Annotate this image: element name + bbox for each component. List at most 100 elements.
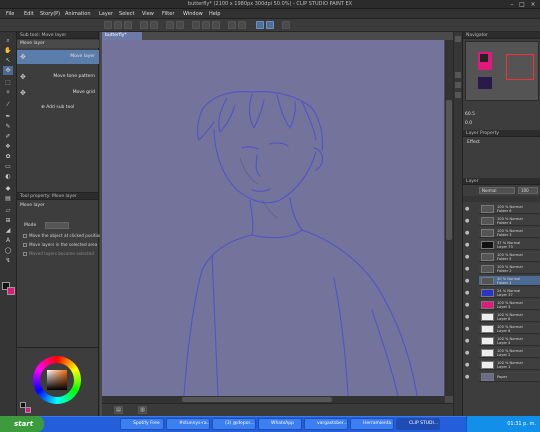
layer-row[interactable]: ● 100 % Normal Folder 6 [465, 204, 540, 214]
menu-animation[interactable]: Animation [65, 11, 91, 17]
menu-window[interactable]: Window [183, 11, 203, 17]
layer-row[interactable]: ● 100 % Normal Layer 2 [465, 348, 540, 358]
settings-icon[interactable] [282, 21, 290, 29]
taskbar-item-twitter[interactable]: (3) @depor... [212, 418, 256, 430]
layer-row[interactable]: ● 100 % Normal Layer 8 [465, 312, 540, 322]
layer-row[interactable]: ● 100 % Normal Folder 5 [465, 252, 540, 262]
layer-row[interactable]: ● 100 % Normal Folder 2 [465, 264, 540, 274]
taskbar-item-spotify[interactable]: Spotify Free [120, 418, 164, 430]
navigator-zoom-value[interactable]: 60.5 [465, 112, 475, 117]
menu-file[interactable]: File [6, 11, 14, 17]
subtool-move-grid[interactable]: ✥ Move grid [17, 86, 99, 100]
figure-tool-icon[interactable]: ▱ [3, 206, 13, 215]
menu-help[interactable]: Help [209, 11, 220, 17]
zoom-tool-icon[interactable]: ⌕ [3, 36, 13, 45]
horizontal-scroll-thumb[interactable] [182, 397, 332, 402]
visibility-eye-icon[interactable]: ● [465, 374, 471, 380]
navigator-preview[interactable] [465, 41, 539, 101]
minimize-icon[interactable]: – [507, 1, 517, 8]
panel-icon-2[interactable] [455, 82, 461, 88]
pressure-icon[interactable] [266, 21, 274, 29]
frame-tool-icon[interactable]: ⊞ [3, 216, 13, 225]
visibility-eye-icon[interactable]: ● [465, 230, 471, 236]
maximize-icon[interactable]: □ [517, 1, 527, 8]
subtool-move-tone-pattern[interactable]: ✥ Move tone pattern [17, 70, 99, 84]
clock[interactable]: 01:31 p. m. [507, 421, 536, 427]
canvas[interactable] [102, 40, 444, 396]
brush-tool-icon[interactable]: ✐ [3, 132, 13, 141]
snap-icon[interactable] [192, 21, 200, 29]
new-icon[interactable] [104, 21, 112, 29]
visibility-eye-icon[interactable]: ● [465, 266, 471, 272]
menu-view[interactable]: View [142, 11, 154, 17]
transform-icon[interactable] [176, 21, 184, 29]
menu-edit[interactable]: Edit [24, 11, 34, 17]
airbrush-tool-icon[interactable]: ❖ [3, 142, 13, 151]
visibility-eye-icon[interactable]: ● [465, 218, 471, 224]
visibility-eye-icon[interactable]: ● [465, 326, 471, 332]
eyedropper-tool-icon[interactable]: ⁄ [3, 100, 13, 109]
visibility-eye-icon[interactable]: ● [465, 302, 471, 308]
spread-view-icon[interactable]: ▥ [138, 406, 147, 414]
visibility-eye-icon[interactable]: ● [465, 314, 471, 320]
visibility-eye-icon[interactable]: ● [465, 290, 471, 296]
page-list-icon[interactable]: ▤ [114, 406, 123, 414]
panel-icon-3[interactable] [455, 92, 461, 98]
document-tab[interactable]: butterfly* [102, 32, 142, 40]
saturation-square[interactable] [47, 370, 67, 390]
panel-collapse-icon[interactable] [455, 36, 461, 42]
checkbox-move-selected-area[interactable] [23, 243, 27, 247]
open-icon[interactable] [114, 21, 122, 29]
redo-icon[interactable] [150, 21, 158, 29]
layer-new-icon[interactable] [238, 21, 246, 29]
menu-filter[interactable]: Filter [162, 11, 174, 17]
blend-tool-icon[interactable]: ◐ [3, 172, 13, 181]
fill-icon[interactable] [228, 21, 236, 29]
blend-mode-select[interactable]: Normal [479, 187, 515, 194]
check-move-object[interactable]: Move the object at clicked position [23, 233, 102, 241]
visibility-eye-icon[interactable]: ● [465, 278, 471, 284]
color-sub-swatch[interactable] [25, 407, 31, 413]
correct-line-tool-icon[interactable]: ↯ [3, 256, 13, 265]
visibility-eye-icon[interactable]: ● [465, 242, 471, 248]
add-sub-tool-button[interactable]: ⊕ Add sub tool [41, 105, 74, 110]
taskbar-item-browser[interactable]: #stunnys-ra... [166, 418, 210, 430]
visibility-eye-icon[interactable]: ● [465, 362, 471, 368]
menu-story[interactable]: Story(P) [40, 11, 60, 17]
sub-color-swatch[interactable] [7, 287, 15, 295]
panel-icon-1[interactable] [455, 72, 461, 78]
visibility-eye-icon[interactable]: ● [465, 206, 471, 212]
text-tool-icon[interactable]: A [3, 236, 13, 245]
eraser-tool-icon[interactable]: ▭ [3, 162, 13, 171]
layer-row[interactable]: ● 24 % Normal Layer 37 [465, 288, 540, 298]
pen-tool-icon[interactable]: ✒ [3, 112, 13, 121]
navigator-angle-value[interactable]: 0.0 [465, 121, 472, 126]
move-tool-icon[interactable]: ✥ [3, 66, 13, 75]
operation-tool-icon[interactable]: ↖ [3, 56, 13, 65]
taskbar-item-folder[interactable]: vargastsber... [304, 418, 348, 430]
opacity-field[interactable]: 100 [518, 187, 538, 194]
mode-select[interactable] [45, 222, 69, 229]
nav-view-frame[interactable] [506, 54, 534, 80]
layer-row-paper[interactable]: ● Paper [465, 372, 540, 382]
auto-select-tool-icon[interactable]: ✧ [3, 88, 13, 97]
taskbar-item-whatsapp[interactable]: WhatsApp [258, 418, 302, 430]
close-icon[interactable]: × [528, 1, 538, 8]
layer-row[interactable]: ● 37 % Normal Layer 73 [465, 240, 540, 250]
sub-tool-group-tab[interactable]: Move layer [17, 40, 99, 48]
save-icon[interactable] [124, 21, 132, 29]
vertical-scroll-thumb[interactable] [446, 100, 452, 240]
hand-tool-icon[interactable]: ✋ [3, 46, 13, 55]
fill-tool-icon[interactable]: ◆ [3, 184, 13, 193]
grid-icon[interactable] [212, 21, 220, 29]
vertical-scrollbar[interactable] [445, 40, 453, 396]
visibility-eye-icon[interactable]: ● [465, 338, 471, 344]
undo-icon[interactable] [140, 21, 148, 29]
layer-row-selected[interactable]: ● 30 % Normal Folder 1 [465, 276, 540, 286]
layer-row[interactable]: ● 100 % Normal Layer 3 [465, 300, 540, 310]
start-button[interactable]: start [0, 416, 44, 432]
check-move-selected-area[interactable]: Move layers in the selected area [23, 242, 99, 250]
layer-row[interactable]: ● 100 % Normal Folder 3 [465, 228, 540, 238]
subtool-move-layer[interactable]: ✥ Move layer [17, 50, 99, 64]
check-moved-become-selected[interactable]: Moved layers become selected [23, 251, 99, 259]
